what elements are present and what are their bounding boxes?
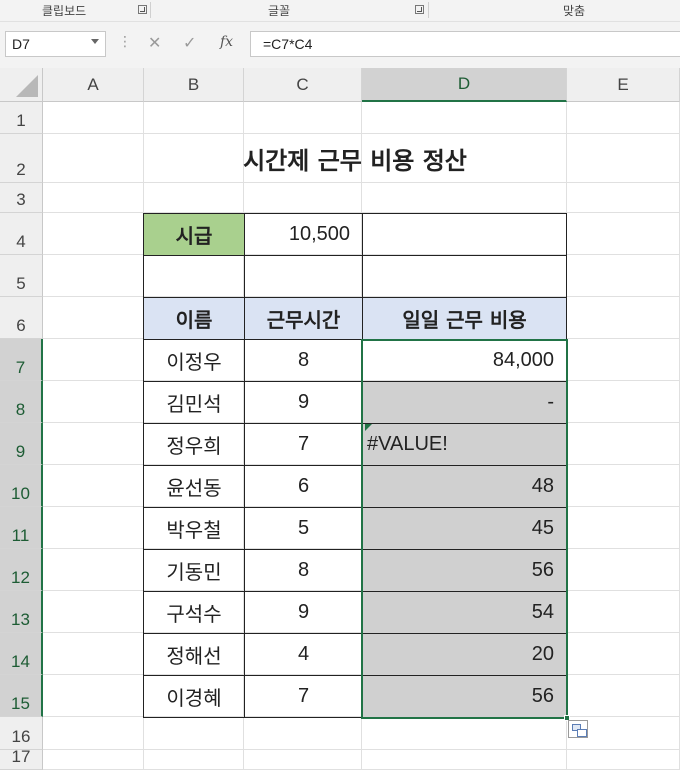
hours-cell[interactable]: 8 — [244, 549, 363, 592]
row-header-4[interactable]: 4 — [0, 213, 43, 255]
ribbon-group-alignment: 맞춤 — [563, 4, 586, 18]
row-header-7[interactable]: 7 — [0, 339, 43, 381]
row-header-6[interactable]: 6 — [0, 297, 43, 339]
row-header-12[interactable]: 12 — [0, 549, 43, 591]
ribbon-divider — [150, 2, 151, 18]
gridline — [43, 749, 680, 750]
hours-cell[interactable]: 4 — [244, 633, 363, 676]
row-header-10[interactable]: 10 — [0, 465, 43, 507]
cost-cell[interactable]: - — [362, 381, 567, 424]
wage-value-cell[interactable]: 10,500 — [244, 213, 363, 256]
row-header-9[interactable]: 9 — [0, 423, 43, 465]
formula-input[interactable]: =C7*C4 — [250, 31, 680, 57]
name-cell[interactable]: 기동민 — [143, 549, 245, 592]
cost-cell[interactable]: 45 — [362, 507, 567, 550]
empty-cell[interactable] — [244, 255, 363, 298]
row-header-15[interactable]: 15 — [0, 675, 43, 717]
ribbon-divider — [428, 2, 429, 18]
name-cell[interactable]: 윤선동 — [143, 465, 245, 508]
empty-cell[interactable] — [362, 255, 567, 298]
column-header-c[interactable]: C — [244, 68, 362, 102]
clipboard-launcher-icon[interactable]: ↘ — [138, 5, 147, 14]
cost-cell[interactable]: 56 — [362, 675, 567, 718]
more-options-icon[interactable]: ⋮ — [118, 35, 132, 49]
name-box-value: D7 — [12, 36, 30, 52]
wage-label-cell[interactable]: 시급 — [143, 213, 245, 256]
sheet-title[interactable]: 시간제 근무 비용 정산 — [143, 134, 567, 182]
row-header-3[interactable]: 3 — [0, 183, 43, 213]
row-header-2[interactable]: 2 — [0, 134, 43, 183]
header-hours-cell[interactable]: 근무시간 — [244, 297, 363, 340]
cancel-icon[interactable]: ✕ — [148, 34, 161, 52]
hours-cell[interactable]: 7 — [244, 423, 363, 466]
name-cell[interactable]: 김민석 — [143, 381, 245, 424]
name-cell[interactable]: 박우철 — [143, 507, 245, 550]
cost-cell[interactable]: 20 — [362, 633, 567, 676]
name-cell[interactable]: 정우희 — [143, 423, 245, 466]
row-header-1[interactable]: 1 — [0, 102, 43, 134]
hours-cell[interactable]: 6 — [244, 465, 363, 508]
column-header-e[interactable]: E — [567, 68, 680, 102]
column-header-a[interactable]: A — [43, 68, 144, 102]
empty-cell[interactable] — [362, 213, 567, 256]
cost-cell[interactable]: 84,000 — [362, 339, 567, 382]
ribbon-group-clipboard: 클립보드 — [42, 4, 87, 18]
hours-cell[interactable]: 5 — [244, 507, 363, 550]
cost-cell[interactable]: 48 — [362, 465, 567, 508]
header-cost-cell[interactable]: 일일 근무 비용 — [362, 297, 567, 340]
ribbon-group-bar: 클립보드 ↘ 글꼴 ↘ 맞춤 — [0, 0, 680, 22]
row-header-16[interactable]: 16 — [0, 717, 43, 750]
row-header-14[interactable]: 14 — [0, 633, 43, 675]
name-cell[interactable]: 정해선 — [143, 633, 245, 676]
hours-cell[interactable]: 9 — [244, 591, 363, 634]
gridline — [43, 182, 680, 183]
name-cell[interactable]: 이경혜 — [143, 675, 245, 718]
name-cell[interactable]: 이정우 — [143, 339, 245, 382]
row-header-11[interactable]: 11 — [0, 507, 43, 549]
hours-cell[interactable]: 9 — [244, 381, 363, 424]
select-all-button[interactable] — [0, 68, 43, 102]
name-box[interactable]: D7 — [5, 31, 106, 57]
name-cell[interactable]: 구석수 — [143, 591, 245, 634]
row-header-5[interactable]: 5 — [0, 255, 43, 297]
row-header-13[interactable]: 13 — [0, 591, 43, 633]
empty-cell[interactable] — [143, 255, 245, 298]
enter-icon[interactable]: ✓ — [183, 34, 196, 52]
cost-cell[interactable]: #VALUE! — [362, 423, 567, 466]
formula-bar: D7 ⋮ ✕ ✓ fx =C7*C4 — [0, 22, 680, 68]
header-name-cell[interactable]: 이름 — [143, 297, 245, 340]
row-header-17[interactable]: 17 — [0, 747, 43, 770]
row-header-8[interactable]: 8 — [0, 381, 43, 423]
ribbon-group-font: 글꼴 — [268, 4, 291, 18]
cost-cell[interactable]: 54 — [362, 591, 567, 634]
hours-cell[interactable]: 7 — [244, 675, 363, 718]
chevron-down-icon[interactable] — [91, 39, 99, 44]
hours-cell[interactable]: 8 — [244, 339, 363, 382]
error-indicator-icon[interactable] — [365, 424, 372, 431]
font-launcher-icon[interactable]: ↘ — [415, 5, 424, 14]
quick-analysis-icon[interactable] — [568, 720, 588, 738]
insert-function-icon[interactable]: fx — [220, 34, 233, 50]
cost-cell[interactable]: 56 — [362, 549, 567, 592]
column-header-d[interactable]: D — [362, 68, 567, 102]
column-header-b[interactable]: B — [144, 68, 244, 102]
